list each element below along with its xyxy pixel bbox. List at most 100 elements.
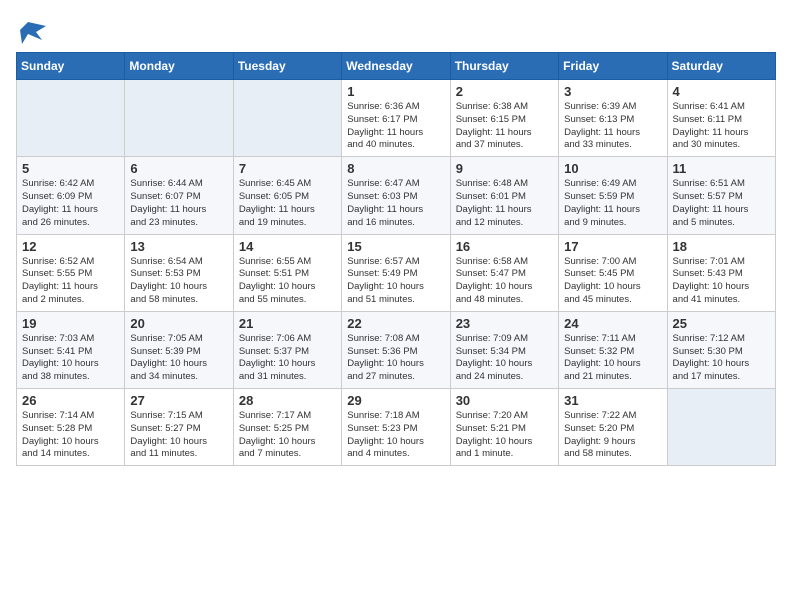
logo-bird-icon: [18, 16, 46, 44]
calendar-week-4: 26 Sunrise: 7:14 AM Sunset: 5:28 PM Dayli…: [17, 389, 776, 466]
day-info: Sunrise: 7:22 AM Sunset: 5:20 PM Dayligh…: [564, 410, 661, 461]
day-info: Sunrise: 6:47 AM Sunset: 6:03 PM Dayligh…: [347, 178, 444, 229]
calendar-cell: 3 Sunrise: 6:39 AM Sunset: 6:13 PM Daylig…: [559, 80, 667, 157]
day-number: 25: [673, 316, 770, 331]
day-info: Sunrise: 7:00 AM Sunset: 5:45 PM Dayligh…: [564, 256, 661, 307]
calendar-week-3: 19 Sunrise: 7:03 AM Sunset: 5:41 PM Dayli…: [17, 311, 776, 388]
day-number: 16: [456, 239, 553, 254]
calendar-cell: 25 Sunrise: 7:12 AM Sunset: 5:30 PM Dayli…: [667, 311, 775, 388]
calendar-cell: 18 Sunrise: 7:01 AM Sunset: 5:43 PM Dayli…: [667, 234, 775, 311]
day-number: 3: [564, 84, 661, 99]
day-info: Sunrise: 7:14 AM Sunset: 5:28 PM Dayligh…: [22, 410, 119, 461]
day-number: 1: [347, 84, 444, 99]
header-tuesday: Tuesday: [233, 53, 341, 80]
day-number: 9: [456, 161, 553, 176]
day-info: Sunrise: 7:11 AM Sunset: 5:32 PM Dayligh…: [564, 333, 661, 384]
calendar-cell: 23 Sunrise: 7:09 AM Sunset: 5:34 PM Dayli…: [450, 311, 558, 388]
day-number: 21: [239, 316, 336, 331]
day-number: 14: [239, 239, 336, 254]
day-info: Sunrise: 7:03 AM Sunset: 5:41 PM Dayligh…: [22, 333, 119, 384]
calendar-cell: 17 Sunrise: 7:00 AM Sunset: 5:45 PM Dayli…: [559, 234, 667, 311]
day-number: 5: [22, 161, 119, 176]
day-info: Sunrise: 6:49 AM Sunset: 5:59 PM Dayligh…: [564, 178, 661, 229]
calendar-cell: 5 Sunrise: 6:42 AM Sunset: 6:09 PM Daylig…: [17, 157, 125, 234]
day-number: 6: [130, 161, 227, 176]
day-number: 17: [564, 239, 661, 254]
day-number: 15: [347, 239, 444, 254]
day-info: Sunrise: 6:45 AM Sunset: 6:05 PM Dayligh…: [239, 178, 336, 229]
day-info: Sunrise: 6:41 AM Sunset: 6:11 PM Dayligh…: [673, 101, 770, 152]
calendar-cell: 2 Sunrise: 6:38 AM Sunset: 6:15 PM Daylig…: [450, 80, 558, 157]
calendar-cell: 31 Sunrise: 7:22 AM Sunset: 5:20 PM Dayli…: [559, 389, 667, 466]
calendar-cell: 16 Sunrise: 6:58 AM Sunset: 5:47 PM Dayli…: [450, 234, 558, 311]
calendar-week-1: 5 Sunrise: 6:42 AM Sunset: 6:09 PM Daylig…: [17, 157, 776, 234]
day-number: 18: [673, 239, 770, 254]
day-number: 7: [239, 161, 336, 176]
header-wednesday: Wednesday: [342, 53, 450, 80]
calendar-cell: 14Sunrise: 6:55 AM Sunset: 5:51 PM Dayli…: [233, 234, 341, 311]
day-number: 24: [564, 316, 661, 331]
day-info: Sunrise: 6:54 AM Sunset: 5:53 PM Dayligh…: [130, 256, 227, 307]
header-sunday: Sunday: [17, 53, 125, 80]
day-info: Sunrise: 7:20 AM Sunset: 5:21 PM Dayligh…: [456, 410, 553, 461]
day-number: 27: [130, 393, 227, 408]
day-number: 10: [564, 161, 661, 176]
day-number: 2: [456, 84, 553, 99]
calendar-cell: 4Sunrise: 6:41 AM Sunset: 6:11 PM Daylig…: [667, 80, 775, 157]
header-thursday: Thursday: [450, 53, 558, 80]
day-info: Sunrise: 6:58 AM Sunset: 5:47 PM Dayligh…: [456, 256, 553, 307]
day-info: Sunrise: 6:44 AM Sunset: 6:07 PM Dayligh…: [130, 178, 227, 229]
page-header: [16, 16, 776, 40]
day-info: Sunrise: 6:36 AM Sunset: 6:17 PM Dayligh…: [347, 101, 444, 152]
day-number: 29: [347, 393, 444, 408]
day-info: Sunrise: 7:09 AM Sunset: 5:34 PM Dayligh…: [456, 333, 553, 384]
calendar-cell: 19 Sunrise: 7:03 AM Sunset: 5:41 PM Dayli…: [17, 311, 125, 388]
day-info: Sunrise: 7:15 AM Sunset: 5:27 PM Dayligh…: [130, 410, 227, 461]
day-number: 26: [22, 393, 119, 408]
day-info: Sunrise: 7:18 AM Sunset: 5:23 PM Dayligh…: [347, 410, 444, 461]
calendar-cell: 27 Sunrise: 7:15 AM Sunset: 5:27 PM Dayli…: [125, 389, 233, 466]
day-number: 13: [130, 239, 227, 254]
calendar-cell: 24 Sunrise: 7:11 AM Sunset: 5:32 PM Dayli…: [559, 311, 667, 388]
header-monday: Monday: [125, 53, 233, 80]
calendar-cell: [125, 80, 233, 157]
calendar-cell: 1 Sunrise: 6:36 AM Sunset: 6:17 PM Daylig…: [342, 80, 450, 157]
day-info: Sunrise: 7:05 AM Sunset: 5:39 PM Dayligh…: [130, 333, 227, 384]
day-number: 23: [456, 316, 553, 331]
calendar-cell: 6 Sunrise: 6:44 AM Sunset: 6:07 PM Daylig…: [125, 157, 233, 234]
day-number: 31: [564, 393, 661, 408]
header-friday: Friday: [559, 53, 667, 80]
day-info: Sunrise: 6:52 AM Sunset: 5:55 PM Dayligh…: [22, 256, 119, 307]
day-info: Sunrise: 7:08 AM Sunset: 5:36 PM Dayligh…: [347, 333, 444, 384]
day-info: Sunrise: 7:01 AM Sunset: 5:43 PM Dayligh…: [673, 256, 770, 307]
calendar-cell: 20 Sunrise: 7:05 AM Sunset: 5:39 PM Dayli…: [125, 311, 233, 388]
calendar-cell: 11 Sunrise: 6:51 AM Sunset: 5:57 PM Dayli…: [667, 157, 775, 234]
day-info: Sunrise: 6:38 AM Sunset: 6:15 PM Dayligh…: [456, 101, 553, 152]
day-info: Sunrise: 6:57 AM Sunset: 5:49 PM Dayligh…: [347, 256, 444, 307]
day-info: Sunrise: 6:39 AM Sunset: 6:13 PM Dayligh…: [564, 101, 661, 152]
calendar-cell: [17, 80, 125, 157]
day-info: Sunrise: 7:17 AM Sunset: 5:25 PM Dayligh…: [239, 410, 336, 461]
day-info: Sunrise: 6:42 AM Sunset: 6:09 PM Dayligh…: [22, 178, 119, 229]
calendar-cell: 7 Sunrise: 6:45 AM Sunset: 6:05 PM Daylig…: [233, 157, 341, 234]
calendar-cell: [233, 80, 341, 157]
day-info: Sunrise: 6:51 AM Sunset: 5:57 PM Dayligh…: [673, 178, 770, 229]
day-number: 8: [347, 161, 444, 176]
calendar-cell: 26 Sunrise: 7:14 AM Sunset: 5:28 PM Dayli…: [17, 389, 125, 466]
day-number: 11: [673, 161, 770, 176]
day-info: Sunrise: 7:12 AM Sunset: 5:30 PM Dayligh…: [673, 333, 770, 384]
calendar-cell: 30 Sunrise: 7:20 AM Sunset: 5:21 PM Dayli…: [450, 389, 558, 466]
day-number: 30: [456, 393, 553, 408]
day-info: Sunrise: 7:06 AM Sunset: 5:37 PM Dayligh…: [239, 333, 336, 384]
header-saturday: Saturday: [667, 53, 775, 80]
calendar-cell: 15 Sunrise: 6:57 AM Sunset: 5:49 PM Dayli…: [342, 234, 450, 311]
calendar-cell: 12 Sunrise: 6:52 AM Sunset: 5:55 PM Dayli…: [17, 234, 125, 311]
calendar-header-row: SundayMondayTuesdayWednesdayThursdayFrid…: [17, 53, 776, 80]
day-number: 19: [22, 316, 119, 331]
calendar-cell: 10 Sunrise: 6:49 AM Sunset: 5:59 PM Dayli…: [559, 157, 667, 234]
calendar-cell: 29 Sunrise: 7:18 AM Sunset: 5:23 PM Dayli…: [342, 389, 450, 466]
day-number: 20: [130, 316, 227, 331]
calendar-cell: [667, 389, 775, 466]
calendar-cell: 21 Sunrise: 7:06 AM Sunset: 5:37 PM Dayli…: [233, 311, 341, 388]
day-number: 12: [22, 239, 119, 254]
